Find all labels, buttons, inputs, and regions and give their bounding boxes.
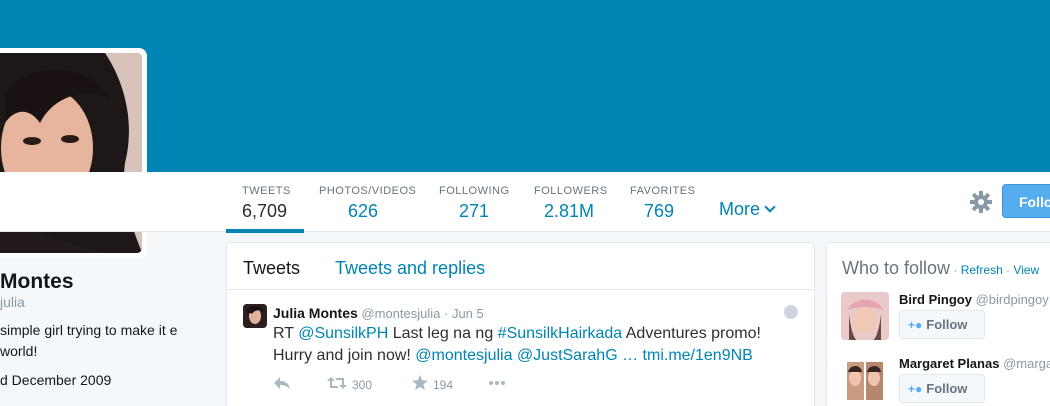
suggested-user-handle[interactable]: @birdpingoy [976, 292, 1049, 307]
add-user-icon: +● [908, 318, 923, 332]
mention-link[interactable]: @montesjulia [415, 347, 512, 364]
suggested-user-avatar[interactable] [841, 292, 889, 340]
suggested-user-handle[interactable]: @marga [1003, 356, 1050, 371]
suggested-user-name-row: Bird Pingoy @birdpingoy [899, 292, 1049, 307]
suggested-user-name-row: Margaret Planas @marga [899, 356, 1050, 371]
tab-tweets-and-replies[interactable]: Tweets and replies [335, 258, 485, 279]
hashtag-link[interactable]: #SunsilkHairkada [498, 325, 623, 342]
tab-tweets[interactable]: Tweets [243, 258, 300, 279]
nav-label: PHOTOS/VIDEOS [319, 185, 417, 197]
tweet-text-segment: Last leg na ng [388, 325, 498, 342]
profile-joined-date: d December 2009 [0, 372, 112, 388]
who-to-follow-module: Who to follow · Refresh · View Bird Ping… [826, 242, 1050, 406]
separator: · [1002, 263, 1014, 277]
favorite-count: 194 [433, 378, 454, 392]
tweet-author-handle[interactable]: @montesjulia [361, 306, 440, 321]
refresh-link[interactable]: Refresh [961, 263, 1003, 277]
nav-label: FAVORITES [630, 185, 696, 197]
nav-count: 6,709 [242, 201, 288, 221]
suggested-user[interactable]: Margaret Planas @marga +● Follow [841, 356, 1050, 406]
retweet-icon[interactable] [327, 375, 347, 391]
nav-count: 2.81M [544, 201, 595, 221]
nav-following[interactable]: FOLLOWING 271 [439, 184, 510, 223]
who-to-follow-header: Who to follow · Refresh · View [842, 258, 1039, 279]
tweet-item[interactable]: Julia Montes @montesjulia · Jun 5 RT @Su… [227, 291, 814, 406]
profile-bio: simple girl trying to make it e world! [0, 322, 178, 359]
follow-label: Follow [926, 381, 968, 396]
nav-label: TWEETS [242, 185, 291, 197]
tweet-text: RT @SunsilkPH Last leg na ng #SunsilkHai… [273, 323, 783, 367]
suggested-user-name[interactable]: Bird Pingoy [899, 292, 972, 307]
nav-count: 271 [459, 201, 490, 221]
url-link[interactable]: … tmi.me/1en9NB [618, 347, 753, 364]
nav-more-dropdown[interactable]: More [719, 199, 776, 220]
tweet-author-name[interactable]: Julia Montes [273, 305, 358, 321]
nav-tweets[interactable]: TWEETS 6,709 [242, 184, 291, 223]
separator: · [950, 263, 961, 277]
nav-followers[interactable]: FOLLOWERS 2.81M [534, 184, 608, 223]
who-to-follow-title: Who to follow [842, 258, 951, 278]
nav-photos-videos[interactable]: PHOTOS/VIDEOS 626 [319, 184, 416, 223]
suggested-follow-button[interactable]: +● Follow [899, 310, 985, 339]
suggested-user[interactable]: Bird Pingoy @birdpingoy +● Follow [841, 292, 1050, 342]
tweet-timestamp[interactable]: · Jun 5 [444, 306, 484, 321]
nav-favorites[interactable]: FAVORITES 769 [630, 184, 695, 223]
profile-handle[interactable]: julia [0, 294, 25, 310]
profile-name: Montes [0, 270, 74, 293]
follow-button[interactable]: Follo [1002, 184, 1050, 218]
reply-icon[interactable] [273, 375, 291, 391]
suggested-user-name[interactable]: Margaret Planas [899, 356, 999, 371]
add-user-icon: +● [908, 382, 923, 396]
favorite-icon[interactable] [411, 375, 429, 391]
suggested-user-avatar[interactable] [841, 356, 889, 404]
follow-label: Follow [926, 317, 968, 332]
nav-count: 626 [348, 201, 379, 221]
mention-link[interactable]: @SunsilkPH [298, 325, 388, 342]
tweet-header: Julia Montes @montesjulia · Jun 5 [273, 305, 484, 321]
nav-active-indicator [226, 229, 304, 233]
nav-more-label: More [719, 199, 761, 219]
nav-label: FOLLOWING [439, 185, 510, 197]
nav-count: 769 [644, 201, 675, 221]
tweet-actions: 300 194 [273, 375, 573, 395]
suggested-follow-button[interactable]: +● Follow [899, 374, 985, 403]
chevron-down-icon [764, 201, 776, 213]
view-all-link[interactable]: View [1013, 263, 1039, 277]
tweet-avatar[interactable] [243, 304, 267, 328]
gear-icon[interactable] [968, 189, 994, 215]
retweet-count: 300 [352, 378, 373, 392]
stream-tabs: Tweets Tweets and replies [227, 243, 814, 290]
mention-link[interactable]: @JustSarahG [517, 347, 618, 364]
tweet-stream: Tweets Tweets and replies Julia Montes @… [226, 242, 815, 406]
profile-nav-bar: TWEETS 6,709 PHOTOS/VIDEOS 626 FOLLOWING… [0, 172, 1050, 232]
globe-icon [784, 305, 798, 319]
tweet-text-segment: RT [273, 325, 299, 342]
profile-header-banner [0, 0, 1050, 172]
more-icon[interactable] [487, 375, 507, 391]
nav-label: FOLLOWERS [534, 185, 608, 197]
